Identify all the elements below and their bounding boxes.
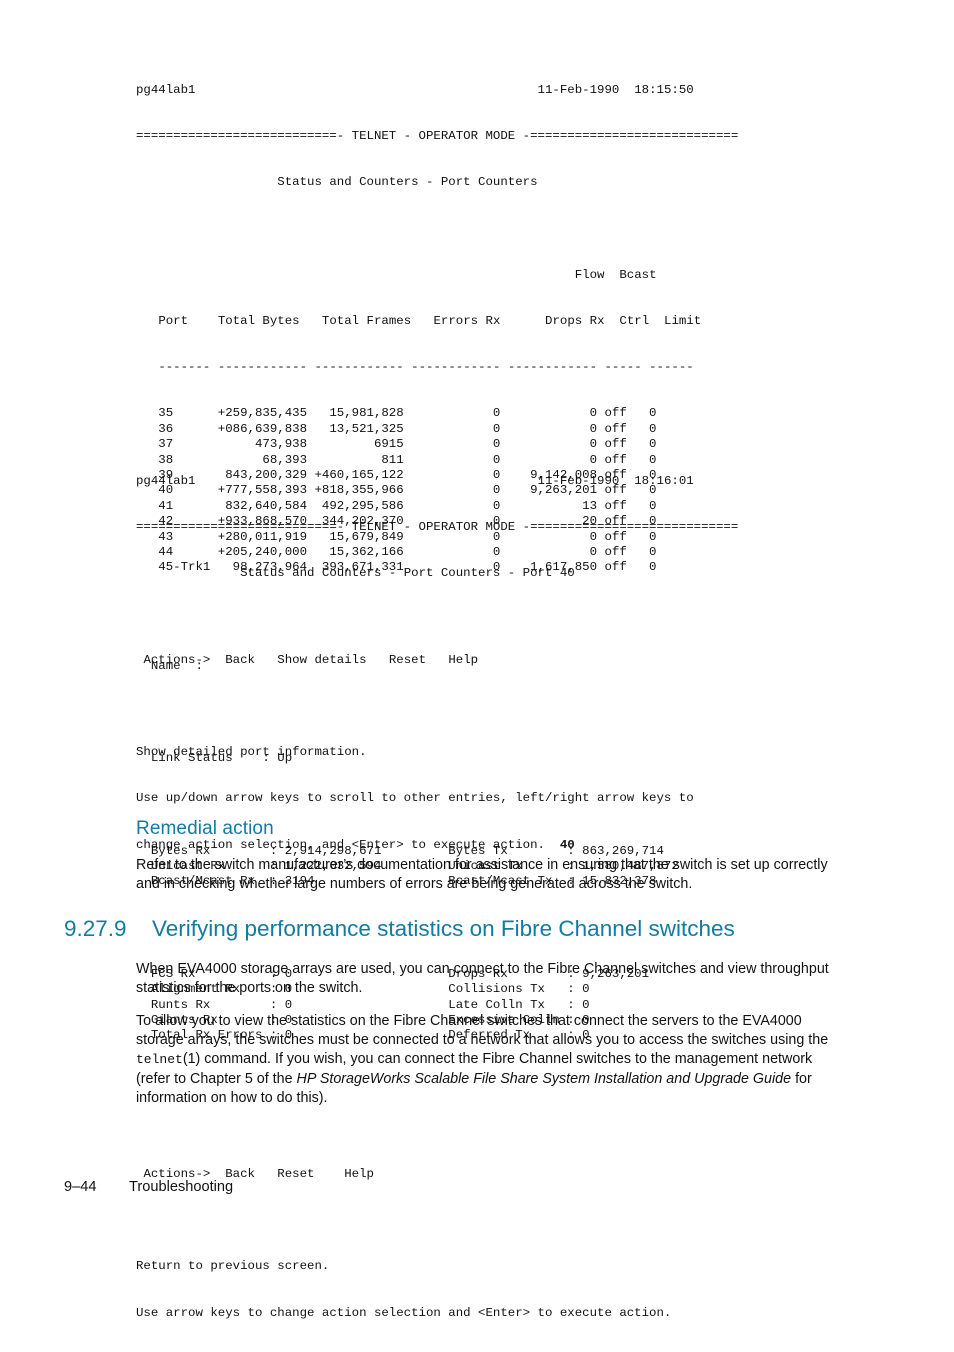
guide-title-reference: HP StorageWorks Scalable File Share Syst… [296, 1070, 792, 1087]
terminal2-subtitle: Status and Counters - Port Counters - Po… [240, 566, 575, 581]
terminal1-sep-5: ----- [604, 360, 642, 375]
terminal1-date: 11-Feb-1990 [537, 82, 620, 97]
terminal2-link-status-row: Link Status : Up [150, 751, 293, 766]
terminal2-time: 18:16:01 [634, 473, 694, 488]
terminal1-col-port: Port [158, 313, 189, 328]
terminal1-sep-2: ------------ [314, 360, 404, 375]
terminal1-subtitle: Status and Counters - Port Counters [277, 175, 538, 190]
terminal2-spacer [196, 474, 538, 488]
terminal1-port-row[interactable]: 36 +086,639,838 13,521,325 0 0 off 0 [136, 422, 738, 437]
terminal1-spacer [196, 83, 538, 97]
terminal-screen-port-40-detail: pg44lab1 11-Feb-1990 18:16:01 ==========… [136, 443, 738, 1352]
terminal1-header-flow: Flow [574, 267, 605, 282]
terminal2-name-row: Name : [150, 658, 203, 673]
section-heading: 9.27.9 Verifying performance statistics o… [64, 916, 735, 942]
terminal2-action-help[interactable]: Help [344, 1167, 374, 1181]
terminal2-blank-6 [136, 1121, 738, 1136]
remedial-action-heading: Remedial action [136, 818, 274, 839]
terminal2-host-date-line: pg44lab1 11-Feb-1990 18:16:01 [136, 474, 738, 489]
terminal2-link-status-value: Up [277, 751, 293, 766]
terminal1-time: 18:15:50 [634, 82, 694, 97]
terminal2-subtitle-line: Status and Counters - Port Counters - Po… [136, 566, 738, 581]
document-page: pg44lab1 11-Feb-1990 18:15:50 ==========… [0, 0, 954, 1320]
terminal1-col-ctrl: Ctrl [619, 313, 650, 328]
terminal2-blank-3 [136, 797, 738, 812]
terminal1-sep-1: ------------ [217, 360, 308, 375]
terminal2-help-line-2: Use arrow keys to change action selectio… [136, 1305, 672, 1320]
terminal1-sep-3: ------------ [411, 360, 501, 375]
terminal2-blank-2 [136, 705, 738, 720]
telnet-command: telnet [136, 1052, 183, 1068]
terminal2-host: pg44lab1 [136, 473, 196, 488]
section-title: Verifying performance statistics on Fibr… [152, 916, 735, 941]
terminal1-header-line: Port Total Bytes Total Frames Errors Rx … [136, 314, 738, 329]
terminal1-port-row[interactable]: 35 +259,835,435 15,981,828 0 0 off 0 [136, 406, 738, 421]
terminal2-action-reset[interactable]: Reset [277, 1167, 314, 1181]
body-paragraph-2: To allow you to view the statistics on t… [136, 1012, 848, 1108]
terminal1-col-total-frames: Total Frames [321, 313, 412, 328]
terminal1-col-errors-rx: Errors Rx [433, 313, 501, 328]
body-paragraph-2-part-1: To allow you to view the statistics on t… [136, 1013, 829, 1049]
body-paragraph-1: When EVA4000 storage arrays are used, yo… [136, 961, 829, 997]
terminal2-help-line-1: Return to previous screen. [136, 1259, 330, 1274]
terminal1-header-top-line: Flow Bcast [136, 268, 738, 283]
remedial-action-paragraph: Refer to the switch manufacturer’s docum… [136, 857, 828, 893]
terminal2-banner: ===========================- TELNET - OP… [136, 520, 739, 535]
footer-page-number: 9–44 [64, 1179, 97, 1195]
terminal1-sep-0: ------- [158, 360, 211, 375]
terminal1-sep-4: ------------ [507, 360, 598, 375]
page-footer: 9–44 Troubleshooting [64, 1179, 233, 1195]
terminal1-host: pg44lab1 [136, 82, 196, 97]
terminal1-col-drops-rx: Drops Rx [545, 313, 605, 328]
footer-chapter-title: Troubleshooting [129, 1179, 234, 1195]
terminal2-link-status-label: Link Status [150, 751, 233, 766]
terminal1-col-limit: Limit [664, 313, 702, 328]
terminal1-host-date-line: pg44lab1 11-Feb-1990 18:15:50 [136, 83, 738, 98]
terminal2-blank-1 [136, 612, 738, 627]
terminal1-sep-6: ------ [649, 360, 694, 375]
terminal1-subtitle-line: Status and Counters - Port Counters [136, 175, 738, 190]
terminal2-blank-7 [136, 1213, 738, 1228]
terminal1-blank-1 [136, 221, 738, 236]
terminal2-date: 11-Feb-1990 [537, 473, 620, 488]
terminal1-separator-line: ------- ------------ ------------ ------… [136, 360, 738, 375]
terminal2-name-label: Name [150, 658, 181, 673]
terminal1-gap [619, 83, 634, 97]
terminal1-banner: ===========================- TELNET - OP… [136, 129, 739, 144]
terminal1-col-total-bytes: Total Bytes [217, 313, 300, 328]
terminal2-gap [619, 474, 634, 488]
section-number: 9.27.9 [64, 916, 127, 941]
terminal2-stat-row: Runts Rx : 0 Late Colln Tx : 0 [136, 997, 590, 1012]
terminal1-header-bcast: Bcast [619, 267, 657, 282]
